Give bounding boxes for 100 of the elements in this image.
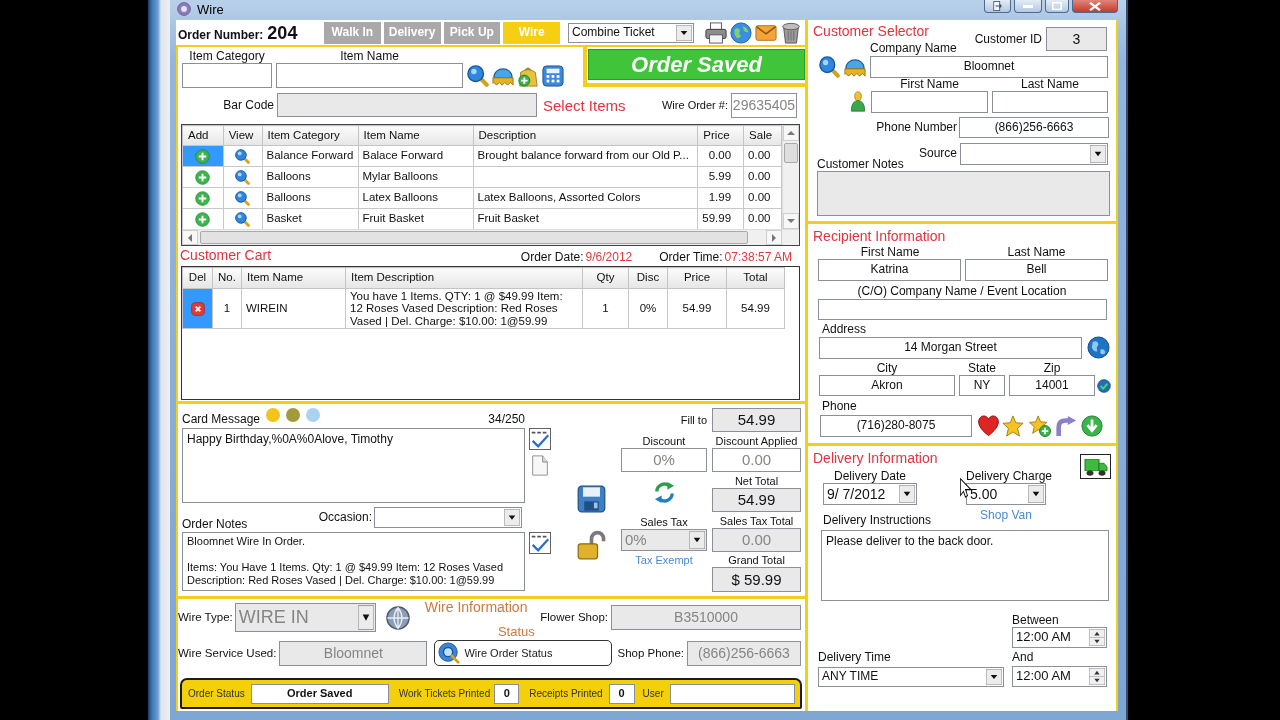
net-total-field[interactable]: 54.99	[712, 488, 801, 512]
spellcheck-icon[interactable]	[529, 428, 551, 450]
color-ball-icon[interactable]	[306, 408, 321, 422]
time-spinner[interactable]: 12:00 AM	[1012, 666, 1107, 687]
receipts-field[interactable]: 0	[608, 683, 635, 704]
last-name-field[interactable]	[992, 91, 1108, 113]
table-cell: 0.00	[743, 166, 782, 188]
printer-icon[interactable]	[705, 21, 727, 44]
address-field[interactable]: 14 Morgan Street	[819, 336, 1082, 359]
trash-icon[interactable]	[780, 21, 802, 44]
first-name-field[interactable]	[871, 91, 988, 113]
order-notes-field[interactable]: Bloomnet Wire In Order. Items: You Have 1 Items. Qty: 1 @ $49.99 Item: 12 Roses Vased Description: Red Roses Vased | Del. Charge: $10.00: 1@59.99	[182, 532, 525, 591]
search-icon[interactable]	[467, 65, 489, 87]
globe-icon[interactable]	[1087, 336, 1110, 359]
calculator-icon[interactable]	[542, 65, 564, 87]
close-button[interactable]	[1072, 0, 1118, 13]
spellcheck-icon[interactable]	[529, 532, 551, 554]
fill-to-field[interactable]: 54.99	[712, 408, 801, 432]
user-field[interactable]	[669, 683, 795, 704]
truck-button[interactable]	[1080, 454, 1111, 479]
tax-exempt-link[interactable]: Tax Exempt	[635, 554, 693, 567]
heart-icon[interactable]	[977, 414, 1000, 437]
first-name-field[interactable]: Katrina	[818, 259, 961, 281]
delivery-charge-select[interactable]: 5.00	[966, 483, 1046, 505]
work-tickets-label: Work Tickets Printed	[398, 687, 491, 700]
net-total-label: Net Total	[734, 475, 779, 488]
customer-id-field[interactable]: 3	[1046, 27, 1107, 51]
zip-field[interactable]: 14001	[1009, 375, 1095, 396]
phone-field[interactable]: (716)280-8075	[820, 414, 972, 437]
save-icon[interactable]	[577, 485, 606, 513]
column-header: No.	[212, 267, 242, 289]
customer-notes-label: Customer Notes	[817, 158, 904, 171]
delivery-date-picker[interactable]: 9/ 7/2012	[823, 483, 917, 505]
delete-icon[interactable]	[190, 301, 205, 316]
customer-notes-field[interactable]	[817, 171, 1110, 216]
occasion-select[interactable]	[374, 507, 522, 528]
magnifier-icon[interactable]	[235, 211, 251, 227]
window-title: Wire	[197, 2, 224, 18]
source-select[interactable]	[960, 143, 1108, 165]
table-cell: Latex Balloons, Assorted Colors	[473, 187, 698, 209]
column-header: Item Description	[345, 267, 583, 289]
curved-arrow-icon[interactable]	[1055, 414, 1077, 437]
state-field[interactable]: NY	[959, 375, 1005, 396]
ticket-type-select[interactable]: Combine Ticket	[568, 22, 694, 43]
magnifier-icon[interactable]	[235, 148, 251, 164]
person-icon[interactable]	[850, 91, 866, 112]
order-status-field[interactable]: Order Saved	[250, 683, 389, 704]
bar-code-field[interactable]	[277, 93, 537, 117]
table-cell: 0.00	[743, 187, 782, 209]
grand-total-field[interactable]: $ 59.99	[712, 567, 801, 592]
bag-add-icon[interactable]	[517, 65, 539, 87]
wire-order-status-button[interactable]: Wire Order Status	[434, 640, 613, 666]
caret-icon	[899, 485, 915, 503]
delivery-charge-label: Delivery Charge	[966, 470, 1053, 483]
globe-icon[interactable]	[385, 605, 410, 630]
magnifier-icon[interactable]	[235, 169, 251, 185]
discount-applied-label: Discount Applied	[715, 435, 798, 448]
star-add-icon[interactable]	[1029, 414, 1051, 437]
time-spinner[interactable]: 12:00 AM	[1012, 627, 1107, 648]
color-ball-icon[interactable]	[266, 408, 281, 422]
document-icon[interactable]	[532, 455, 548, 476]
work-tickets-field[interactable]: 0	[494, 683, 520, 704]
item-category-field[interactable]	[182, 63, 272, 88]
phone-number-field[interactable]: (866)256-6663	[959, 117, 1109, 138]
refresh-icon[interactable]	[652, 481, 676, 504]
city-label: City	[876, 362, 898, 375]
table-cell: Balloons	[262, 166, 358, 188]
star-icon[interactable]	[1002, 414, 1024, 437]
company-name-field[interactable]: Bloomnet	[870, 55, 1108, 78]
table-cell: Latex Balloons	[358, 187, 473, 209]
maximize-button[interactable]	[1045, 0, 1069, 13]
last-name-field[interactable]: Bell	[965, 259, 1108, 281]
fill-to-label: Fill to	[680, 413, 707, 427]
card-message-field[interactable]: Happy Birthday,%0A%0Alove, Timothy	[182, 428, 525, 503]
city-field[interactable]: Akron	[819, 375, 955, 396]
color-ball-icon[interactable]	[286, 408, 301, 422]
sales-tax-label: Sales Tax	[640, 516, 688, 529]
add-icon[interactable]	[195, 169, 211, 185]
section-title: Delivery Information	[813, 450, 938, 467]
padlock-icon[interactable]	[577, 530, 606, 560]
sales-tax-total-label: Sales Tax Total	[719, 515, 794, 528]
column-header: Add	[182, 125, 224, 146]
add-icon[interactable]	[195, 190, 211, 206]
maximize-icon	[1052, 2, 1062, 10]
add-icon[interactable]	[195, 211, 211, 227]
company-location-field[interactable]	[818, 299, 1107, 320]
shop-van-link[interactable]: Shop Van	[980, 509, 1032, 522]
table-cell: 1	[582, 288, 629, 329]
magnifier-icon[interactable]	[235, 190, 251, 206]
minimize-button[interactable]	[1014, 0, 1042, 13]
globe-icon[interactable]	[730, 21, 752, 44]
delivery-instructions-field[interactable]: Please deliver to the back door.	[821, 530, 1109, 601]
delivery-time-select[interactable]: ANY TIME	[818, 667, 1004, 687]
add-icon[interactable]	[195, 148, 211, 164]
item-name-field[interactable]	[276, 63, 463, 88]
title-bar-button[interactable]	[984, 0, 1011, 13]
check-icon[interactable]	[1097, 378, 1111, 393]
search-icon[interactable]	[819, 55, 840, 78]
section-title: Select Items	[543, 96, 626, 114]
hat-icon[interactable]	[492, 65, 514, 87]
